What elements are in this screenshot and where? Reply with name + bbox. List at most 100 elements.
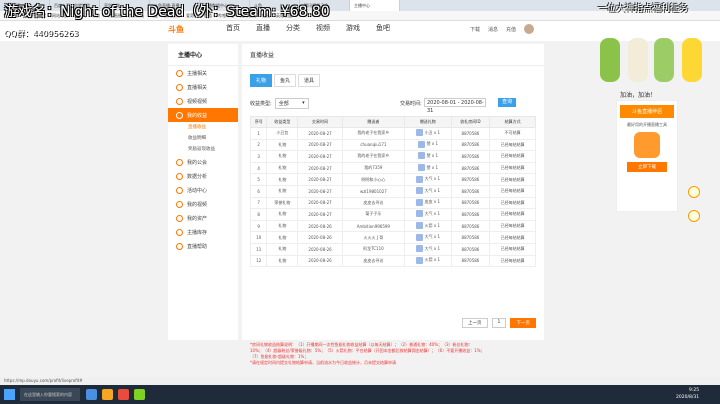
table-cell: 已经每结结算 <box>489 184 536 198</box>
table-cell: 小丑包 <box>266 127 299 140</box>
table-cell: 8870586 <box>450 150 491 163</box>
gift-icon <box>415 222 423 230</box>
sidebar-item-activity[interactable]: 活动中心 <box>168 183 238 197</box>
table-cell: 大气 x 1 <box>404 173 452 186</box>
sidebar-item-assets[interactable]: 我的资产 <box>168 211 238 225</box>
avatar[interactable] <box>524 24 535 34</box>
gift-cell: 大气 x 1 <box>415 187 441 195</box>
table-cell: 大气 x 1 <box>404 208 452 221</box>
table-cell: 2 <box>249 138 268 152</box>
message-link[interactable]: 消息 <box>488 26 498 33</box>
play-icon[interactable] <box>688 186 700 198</box>
home-icon[interactable] <box>688 210 700 222</box>
table-cell: 火火火 J 哥 <box>341 231 406 244</box>
taskbar-search[interactable]: 在这里输入你要搜索的内容 <box>20 388 80 401</box>
tab-gift[interactable]: 礼物 <box>250 74 273 87</box>
table-cell: 已经每结结算 <box>489 196 536 210</box>
table-cell: 5 <box>249 173 268 186</box>
sidebar-item-label: 我的收益 <box>187 112 208 119</box>
ad-download-button[interactable]: 立即下载 <box>627 162 667 172</box>
gift-label: 大气 x 1 <box>424 210 441 216</box>
table-cell: 8870586 <box>450 138 491 152</box>
sidebar-item-label: 直播相关 <box>187 84 208 91</box>
table-cell: 2020-08-27 <box>297 161 343 175</box>
gift-icon <box>415 129 423 137</box>
table-cell: 礼物 <box>266 184 299 198</box>
app-icon[interactable] <box>118 389 129 400</box>
recharge-link[interactable]: 充值 <box>506 26 516 33</box>
query-button[interactable]: 查询 <box>498 98 516 107</box>
nav-home[interactable]: 首页 <box>226 23 240 33</box>
nav-game[interactable]: 游戏 <box>346 23 360 33</box>
gift-cell: 大气 x 1 <box>415 233 440 241</box>
sidebar-item-data[interactable]: 数据分析 <box>168 169 238 183</box>
gift-cell: 皮皮 x 1 <box>415 198 440 206</box>
table-row: 3 礼物 2020-08-27 我的老子在我家乡 赞 x 1 8870586 已经每结结算 <box>249 150 536 163</box>
table-cell: 已经每结结算 <box>489 254 536 268</box>
table-cell: 8870586 <box>450 231 491 244</box>
page-number[interactable]: 1 <box>491 318 507 328</box>
sidebar-sub-income-detail[interactable]: 收益明细 <box>168 133 238 144</box>
gift-icon <box>417 164 425 172</box>
windows-start-icon[interactable] <box>4 389 15 400</box>
gift-cell: 大气 x 1 <box>415 175 440 183</box>
table-cell: 1 <box>249 127 268 140</box>
prev-page-button[interactable]: 上一页 <box>462 318 488 328</box>
table-cell: 我的7359 <box>341 161 406 175</box>
gift-label: 大气 x 1 <box>424 187 441 193</box>
table-cell: 礼物 <box>266 138 299 152</box>
sidebar-title: 主播中心 <box>168 44 238 66</box>
date-range-input[interactable]: 2020-08-01 - 2020-08-31 <box>424 98 486 114</box>
gift-icon <box>415 256 423 264</box>
app-icon[interactable] <box>134 389 145 400</box>
table-cell: 8870586 <box>450 219 491 233</box>
video-icon <box>176 97 183 105</box>
stream-overlay-title: 游戏名：Night of the Dead（外：Steam: ¥68.80 <box>4 4 330 20</box>
gift-cell: 赞 x 1 <box>417 140 438 148</box>
browser-icon[interactable] <box>86 389 97 400</box>
douyu-logo[interactable]: 斗鱼 <box>168 23 212 37</box>
table-row: 6 礼物 2020-08-27 wzl19801027 大气 x 1 8870586 已经每… <box>249 184 536 198</box>
nav-fishbar[interactable]: 鱼吧 <box>376 23 390 33</box>
sidebar-item-help[interactable]: 直播帮助 <box>168 239 238 253</box>
table-cell: Ambition996599 <box>341 219 406 233</box>
next-page-button[interactable]: 下一页 <box>510 318 536 328</box>
sidebar-item-guild[interactable]: 我的公会 <box>168 155 238 169</box>
table-cell: 2020-08-26 <box>297 254 343 268</box>
table-cell: 2020-08-27 <box>297 208 343 221</box>
gift-label: 火箭 x 1 <box>424 222 441 228</box>
tab-fishball[interactable]: 鱼丸 <box>274 74 297 87</box>
sidebar-sub-reward-income[interactable]: 奖励返现收益 <box>168 144 238 155</box>
gift-cell: 火箭 x 1 <box>415 256 440 264</box>
table-cell: 礼物 <box>266 242 299 256</box>
table-cell: 皮皮去寻访 <box>341 254 406 268</box>
sidebar-item-income[interactable]: 我的收益 <box>168 108 238 122</box>
sidebar-item-live[interactable]: 直播相关 <box>168 80 238 94</box>
box-icon <box>176 228 183 236</box>
sidebar-item-stock[interactable]: 主播库存 <box>168 225 238 239</box>
browser-tab-active[interactable]: 主播中心 <box>350 0 400 11</box>
sidebar-sub-live-income[interactable]: 直播收益 <box>168 122 238 133</box>
gift-icon <box>415 175 423 183</box>
clock-date: 2020/8/31 <box>676 395 700 400</box>
col-sender: 赠送者 <box>341 116 406 128</box>
table-cell: 2020-08-26 <box>297 219 343 233</box>
nav-category[interactable]: 分类 <box>286 23 300 33</box>
folder-icon[interactable] <box>102 389 113 400</box>
income-type-select[interactable]: 全部 ▾ <box>274 97 309 109</box>
download-link[interactable]: 下载 <box>470 26 480 33</box>
sidebar-item-label: 直播帮助 <box>187 243 208 250</box>
nav-live[interactable]: 直播 <box>256 23 270 33</box>
sidebar-item-video[interactable]: 视频视频 <box>168 94 238 108</box>
cartoon-character <box>600 38 620 82</box>
sidebar-item-anchor[interactable]: 主播相关 <box>168 66 238 80</box>
nav-video[interactable]: 视频 <box>316 23 330 33</box>
stream-overlay-qq: QQ群：440956263 <box>4 29 79 38</box>
tab-prop[interactable]: 道具 <box>298 74 321 87</box>
table-cell: 礼物 <box>266 231 299 244</box>
clock[interactable]: 9:25 2020/8/31 <box>676 387 699 401</box>
taskbar: 在这里输入你要搜索的内容 9:25 2020/8/31 <box>0 385 720 404</box>
table-cell: chuanqiu171 <box>341 138 406 152</box>
sidebar-item-my-video[interactable]: 我的视频 <box>168 197 238 211</box>
table-cell: 8 <box>249 208 268 221</box>
